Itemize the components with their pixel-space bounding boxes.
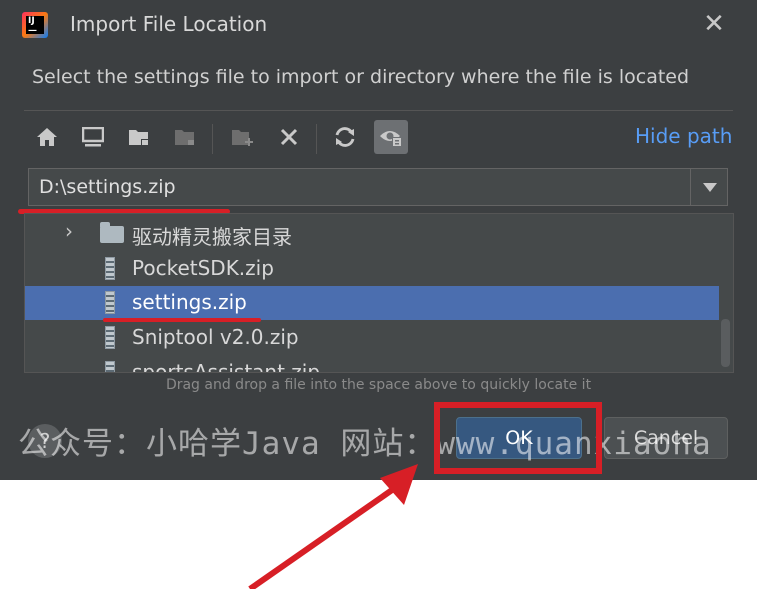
annotation-arrow-icon [248,464,418,589]
